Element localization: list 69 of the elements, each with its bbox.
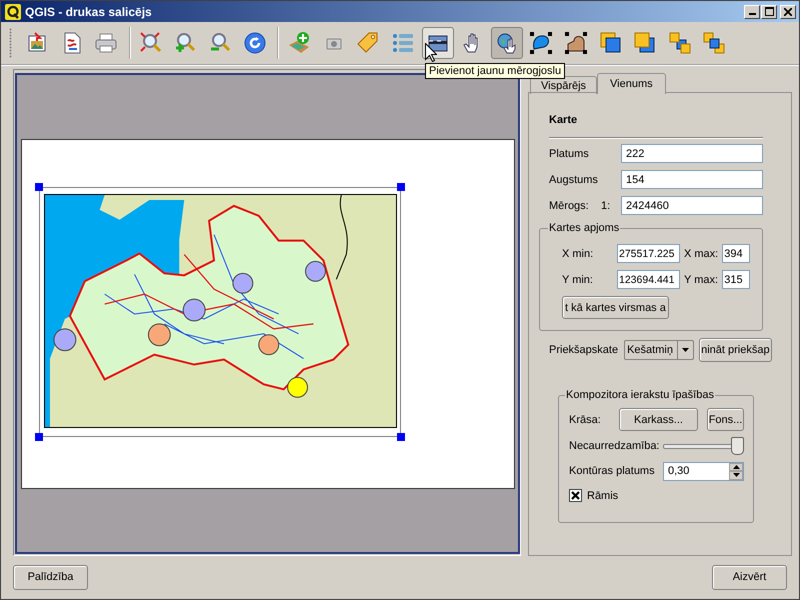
input-field[interactable]: 154 xyxy=(621,170,763,189)
squares-icon xyxy=(702,31,726,55)
toolbar-button[interactable] xyxy=(422,27,454,59)
outline-width-spinbox[interactable]: 0,30 xyxy=(663,462,744,480)
maximize-button[interactable] xyxy=(761,4,777,18)
help-button[interactable]: Palīdzība xyxy=(13,564,88,590)
check-x-icon xyxy=(571,491,580,500)
caret-icon xyxy=(682,348,690,352)
field-label: Y max: xyxy=(684,274,718,286)
section-heading: Karte xyxy=(549,114,578,128)
up-arrow-icon xyxy=(732,464,740,469)
zoom-in-icon xyxy=(173,31,198,55)
selection-handle[interactable] xyxy=(35,433,43,441)
refresh-preview-button[interactable]: nināt priekšap xyxy=(699,338,772,362)
cursor-icon xyxy=(425,43,437,62)
squares-icon xyxy=(668,31,692,55)
map-add-icon xyxy=(287,31,312,55)
field-label: Mērogs: xyxy=(549,200,590,212)
maximize-icon xyxy=(764,7,774,16)
close-dialog-button[interactable]: Aizvērt xyxy=(712,564,787,590)
input-field[interactable]: 123694.441 xyxy=(617,270,680,289)
field-label: X max: xyxy=(684,248,718,260)
selection-handle[interactable] xyxy=(397,183,405,191)
refresh-icon xyxy=(242,31,267,55)
toolbar-button[interactable] xyxy=(490,27,523,59)
toolbar-grip[interactable] xyxy=(9,28,12,58)
shape-icon xyxy=(564,31,588,55)
input-field[interactable]: 275517.225 xyxy=(617,244,680,263)
input-field[interactable]: 315 xyxy=(722,270,750,289)
field-label: Platums xyxy=(549,148,590,160)
field-label: Y min: xyxy=(562,274,594,286)
field-label: Priekšapskate xyxy=(549,344,618,356)
opacity-slider[interactable] xyxy=(663,437,744,455)
group-title: Kompozitora ierakstu īpašības xyxy=(565,389,715,401)
window-title: QGIS - drukas salicējs xyxy=(25,4,152,18)
preview-dropdown[interactable]: Kešatmiņ xyxy=(624,340,694,360)
field-label: Kontūras platums xyxy=(569,465,656,477)
scale-prefix: 1: xyxy=(601,200,612,212)
background-color-button[interactable]: Fons... xyxy=(707,408,744,431)
select-shape-icon xyxy=(529,31,554,55)
extent-button[interactable]: t kā kartes virsmas a xyxy=(562,296,669,319)
input-field[interactable]: 394 xyxy=(722,244,750,263)
app-logo-icon xyxy=(5,4,21,20)
close-icon xyxy=(784,8,792,16)
checkbox[interactable] xyxy=(569,489,582,502)
selection-handle[interactable] xyxy=(35,183,43,191)
squares-icon xyxy=(598,31,622,55)
down-arrow-icon xyxy=(732,473,740,478)
tab[interactable]: Vienums xyxy=(597,73,666,94)
minimize-icon xyxy=(748,13,756,15)
zoom-full-icon xyxy=(138,31,163,55)
squares-icon xyxy=(633,31,658,55)
frame-color-button[interactable]: Karkass... xyxy=(619,408,698,431)
field-label: Necaurredzamība: xyxy=(569,440,660,452)
checkbox-label: Rāmis xyxy=(587,490,618,502)
minimize-button[interactable] xyxy=(744,4,760,18)
close-button[interactable] xyxy=(780,4,796,18)
field-label: Krāsa: xyxy=(569,414,602,426)
input-field[interactable]: 222 xyxy=(621,144,763,163)
list-icon xyxy=(390,31,415,55)
field-label: X min: xyxy=(562,248,594,260)
printer-icon xyxy=(94,31,118,55)
selection-handle[interactable] xyxy=(397,433,405,441)
field-label: Augstums xyxy=(549,174,599,186)
group-title: Kartes apjoms xyxy=(548,222,620,234)
tooltip: Pievienot jaunu mērogjoslu xyxy=(425,63,566,79)
tag-icon xyxy=(356,31,380,55)
slider-thumb[interactable] xyxy=(731,437,744,455)
input-field[interactable]: 2424460 xyxy=(621,196,763,215)
